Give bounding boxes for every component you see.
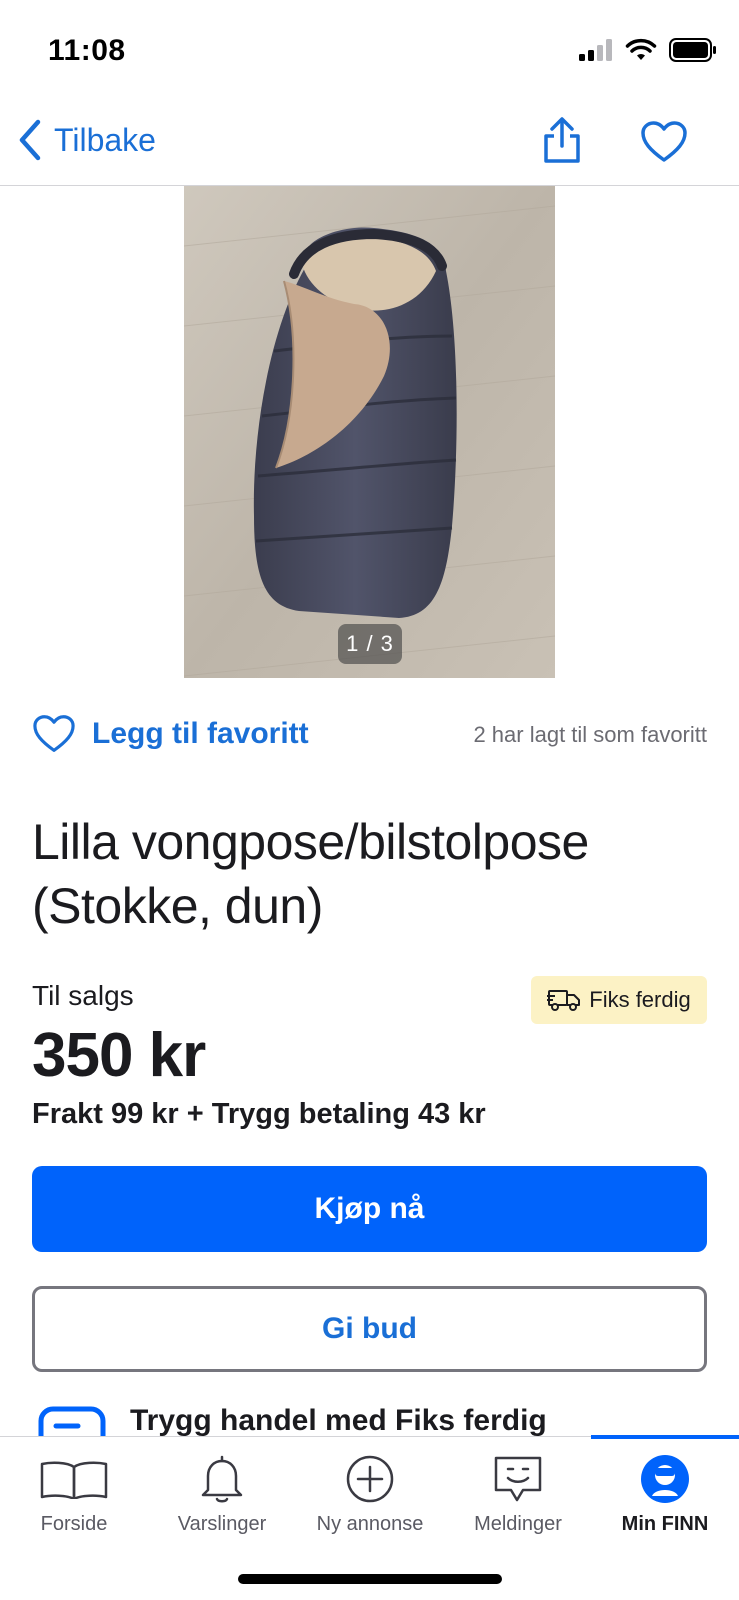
chat-icon [494, 1456, 542, 1502]
image-counter: 1 / 3 [338, 624, 402, 664]
favorite-row: Legg til favoritt 2 har lagt til som fav… [32, 710, 707, 762]
status-time: 11:08 [48, 34, 126, 67]
book-icon [40, 1461, 108, 1499]
bell-icon [201, 1455, 243, 1503]
status-bar: 11:08 [0, 0, 739, 100]
wifi-icon [625, 38, 657, 60]
delivery-truck-icon [547, 990, 581, 1011]
buy-now-button[interactable]: Kjøp nå [32, 1166, 707, 1252]
back-button[interactable]: Tilbake [16, 118, 156, 162]
share-icon [544, 117, 580, 163]
tab-meldinger[interactable]: Meldinger [444, 1451, 592, 1551]
image-gallery[interactable]: 1 / 3 [0, 186, 739, 678]
tab-varslinger[interactable]: Varslinger [148, 1451, 296, 1551]
product-image [184, 186, 555, 678]
heart-icon [33, 715, 75, 752]
sale-label: Til salgs [32, 980, 134, 1011]
safe-trade-section: Trygg handel med Fiks ferdig [32, 1400, 722, 1436]
tab-label: Varslinger [177, 1513, 267, 1535]
tab-ny-annonse[interactable]: Ny annonse [296, 1451, 444, 1551]
favorite-count: 2 har lagt til som favoritt [473, 722, 707, 747]
plus-circle-icon [346, 1455, 394, 1503]
nav-bar: Tilbake [0, 100, 739, 186]
chevron-left-icon [19, 119, 41, 161]
make-bid-button[interactable]: Gi bud [32, 1286, 707, 1372]
safe-payment-icon [38, 1406, 106, 1436]
tab-label: Forside [40, 1513, 108, 1535]
active-tab-indicator [591, 1435, 739, 1439]
favorite-button-header[interactable] [640, 120, 688, 164]
add-favorite-label: Legg til favoritt [92, 717, 309, 750]
badge-label: Fiks ferdig [589, 987, 691, 1012]
tab-forside[interactable]: Forside [0, 1451, 148, 1551]
add-favorite-button[interactable]: Legg til favoritt [32, 714, 309, 754]
safe-trade-title: Trygg handel med Fiks ferdig [130, 1404, 547, 1436]
listing-photo[interactable] [184, 186, 555, 678]
shipping-info: Frakt 99 kr + Trygg betaling 43 kr [32, 1098, 486, 1130]
back-label: Tilbake [54, 121, 156, 158]
price: 350 kr [32, 1021, 206, 1090]
fiks-ferdig-badge: Fiks ferdig [531, 976, 707, 1024]
share-button[interactable] [540, 116, 584, 164]
tab-label: Meldinger [474, 1513, 562, 1535]
tab-label: Min FINN [621, 1513, 709, 1535]
home-indicator [238, 1574, 502, 1584]
cellular-signal-icon [579, 39, 612, 61]
tab-min-finn[interactable]: Min FINN [591, 1451, 739, 1551]
tab-label: Ny annonse [316, 1513, 424, 1535]
status-icons [579, 38, 717, 62]
heart-icon [641, 121, 687, 162]
listing-title: Lilla vongpose/bilstolpose (Stokke, dun) [32, 814, 589, 934]
battery-icon [669, 38, 716, 62]
profile-icon [641, 1455, 689, 1503]
